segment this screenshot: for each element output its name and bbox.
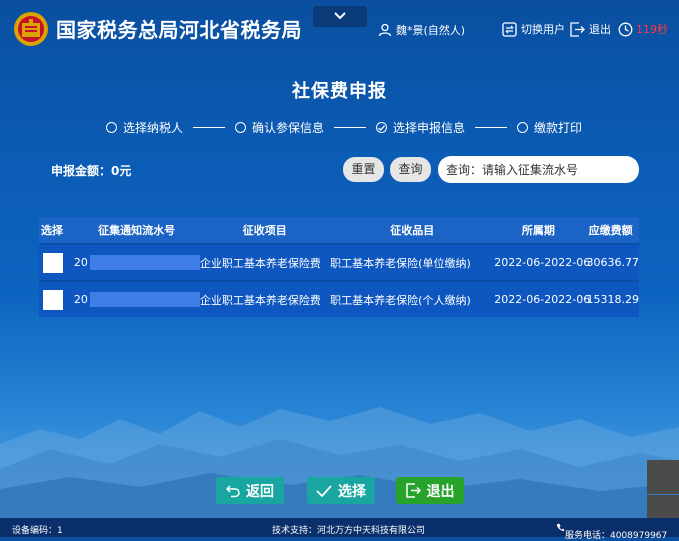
switch-user-button[interactable]: 切换用户: [502, 21, 565, 37]
header-amount: 应缴费额: [588, 224, 633, 237]
user-name: 魏*景(自然人): [396, 24, 466, 37]
row-checkbox[interactable]: [43, 289, 63, 310]
amount-cell: 15318.29: [586, 293, 640, 306]
declaration-table: 选择 征集通知流水号 征收项目 征收品目 所属期 应缴费额 20 企业职工基本养…: [39, 217, 639, 317]
serial-prefix: 20: [73, 256, 88, 269]
step-label: 选择纳税人: [123, 121, 184, 135]
step-radio-icon: [235, 122, 247, 133]
header-serial: 征集通知流水号: [98, 224, 176, 237]
serial-prefix: 20: [73, 293, 88, 306]
header-item: 征收项目: [242, 224, 287, 237]
reset-button[interactable]: 重置: [343, 157, 384, 182]
top-bar: 国家税务总局河北省税务局 魏*景(自然人) 切换用户 退出 119秒: [0, 0, 679, 58]
switch-icon: [502, 21, 517, 37]
footer-bar: 设备编码：1 技术支持：河北万方中天科技有限公司 服务电话：4008979967: [0, 518, 679, 541]
exit-label: 退出: [426, 483, 455, 500]
serial-cell: 20: [74, 292, 200, 307]
logout-button[interactable]: 退出: [570, 21, 611, 37]
service-hotline: 服务电话：4008979967: [556, 523, 667, 541]
step-radio-icon: [517, 122, 529, 133]
step-radio-icon: [106, 122, 117, 133]
clock-icon: [618, 22, 633, 36]
tech-support: 技术支持：河北万方中天科技有限公司: [272, 526, 426, 536]
header-period: 所属期: [521, 224, 555, 237]
period-cell: 2022-06-2022-06: [494, 293, 591, 306]
table-row[interactable]: 20 企业职工基本养老保险费 职工基本养老保险(个人缴纳) 2022-06-20…: [39, 280, 639, 317]
switch-user-label: 切换用户: [521, 23, 565, 36]
subitem-cell: 职工基本养老保险(个人缴纳): [330, 293, 471, 307]
session-timer: 119秒: [618, 21, 668, 37]
serial-cell: 20: [74, 255, 200, 270]
logout-icon: [570, 21, 585, 37]
collapse-toggle[interactable]: [313, 6, 367, 27]
side-panel-tab[interactable]: [647, 460, 679, 494]
step-label: 选择申报信息: [393, 121, 466, 135]
item-cell: 企业职工基本养老保险费: [199, 293, 321, 307]
step-select-declaration: 选择申报信息: [376, 119, 465, 136]
undo-icon: [226, 484, 240, 497]
step-connector: [475, 127, 508, 128]
org-title: 国家税务总局河北省税务局: [56, 18, 302, 42]
exit-icon: [405, 483, 421, 498]
redacted-serial: [89, 292, 200, 307]
back-button[interactable]: 返回: [216, 477, 284, 504]
amount-cell: 30636.77: [586, 256, 640, 269]
tax-bureau-emblem-icon: [14, 12, 48, 46]
countdown-seconds: 119秒: [636, 23, 668, 36]
step-connector: [334, 127, 367, 128]
query-button[interactable]: 查询: [390, 157, 431, 182]
check-icon: [316, 484, 332, 497]
user-icon: [378, 23, 392, 37]
select-button[interactable]: 选择: [307, 477, 375, 504]
serial-search-input[interactable]: [438, 156, 639, 183]
table-row[interactable]: 20 企业职工基本养老保险费 职工基本养老保险(单位缴纳) 2022-06-20…: [39, 243, 639, 280]
header-select: 选择: [41, 224, 63, 237]
row-checkbox[interactable]: [43, 252, 63, 273]
redacted-serial: [89, 255, 200, 270]
step-label: 缴款打印: [534, 121, 583, 135]
item-cell: 企业职工基本养老保险费: [199, 256, 321, 270]
step-connector: [193, 127, 226, 128]
step-label: 确认参保信息: [252, 121, 325, 135]
declared-amount: 申报金额：0元: [51, 164, 132, 178]
chevron-down-icon: [334, 12, 346, 20]
header-subitem: 征收品目: [390, 224, 435, 237]
select-label: 选择: [338, 483, 366, 500]
step-confirm-insured: 确认参保信息: [235, 119, 324, 136]
back-label: 返回: [246, 483, 274, 500]
period-cell: 2022-06-2022-06: [494, 256, 591, 269]
current-user: 魏*景(自然人): [378, 22, 465, 38]
page-title: 社保费申报: [292, 81, 387, 102]
table-header: 选择 征集通知流水号 征收项目 征收品目 所属期 应缴费额: [39, 217, 639, 243]
hotline-text: 服务电话：4008979967: [565, 531, 668, 541]
step-checked-icon: [376, 122, 388, 133]
device-code: 设备编码：1: [12, 526, 63, 536]
logout-label: 退出: [589, 23, 611, 36]
subitem-cell: 职工基本养老保险(单位缴纳): [330, 256, 471, 270]
step-payment-print: 缴款打印: [517, 119, 582, 136]
step-select-taxpayer: 选择纳税人: [106, 119, 183, 136]
progress-steps: 选择纳税人 确认参保信息 选择申报信息 缴款打印: [106, 119, 582, 136]
phone-icon: [556, 523, 565, 532]
exit-button[interactable]: 退出: [396, 477, 464, 504]
